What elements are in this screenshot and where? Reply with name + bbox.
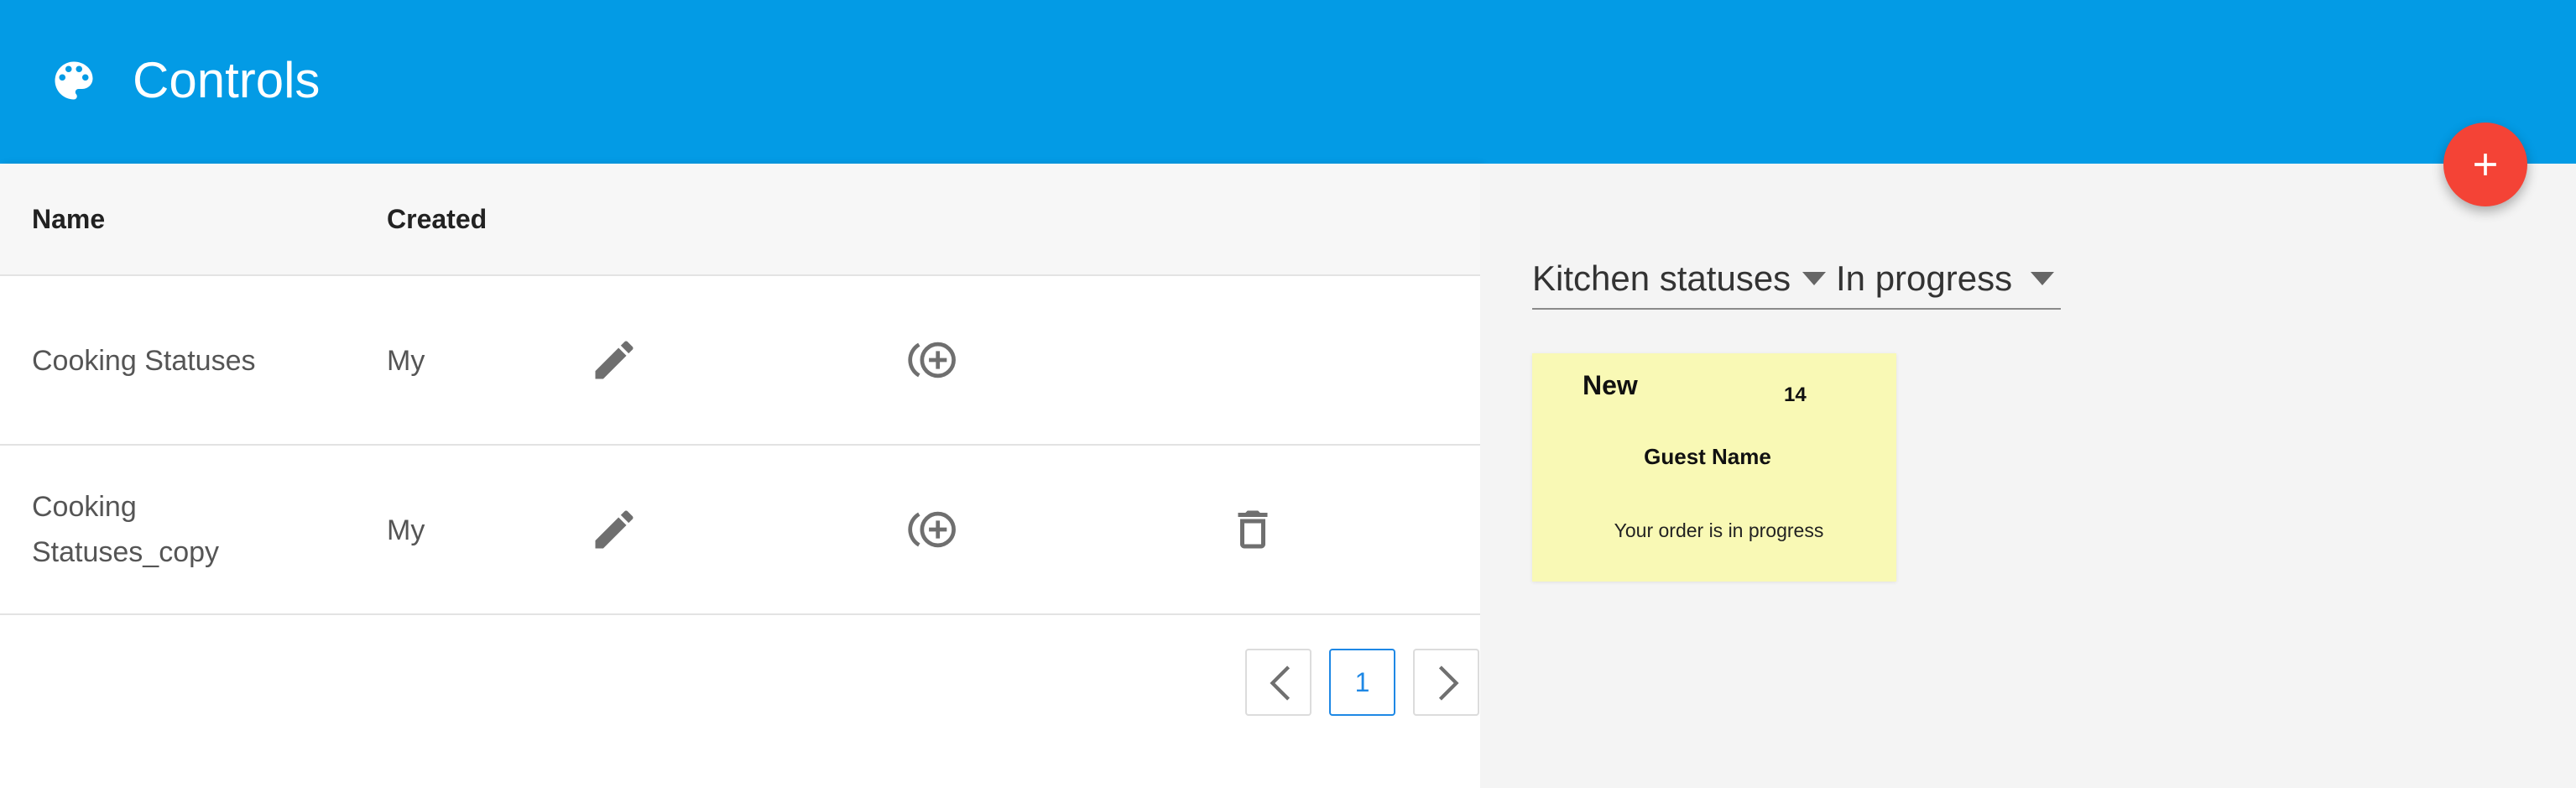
table-row[interactable]: Cooking Statuses_copy My <box>0 446 1480 615</box>
status-preview-card: New 14 Guest Name Your order is in progr… <box>1532 353 1896 582</box>
edit-icon[interactable] <box>589 335 639 385</box>
app-bar: Controls <box>0 0 2576 164</box>
preview-selects: Kitchen statuses In progress <box>1532 251 2061 310</box>
row-name: Cooking Statuses_copy <box>32 491 220 568</box>
add-circle-icon[interactable] <box>906 335 962 385</box>
table-header: Name Created <box>0 164 1480 276</box>
chevron-down-icon <box>1802 251 1829 306</box>
status-select[interactable]: In progress <box>1836 251 2061 306</box>
card-message: Your order is in progress <box>1614 519 1824 541</box>
card-status: New <box>1583 370 1638 400</box>
chevron-right-icon <box>1438 665 1459 701</box>
card-order-number: 14 <box>1784 384 1807 406</box>
row-name: Cooking Statuses <box>32 345 256 377</box>
pagination-next-button[interactable] <box>1413 649 1479 716</box>
group-select[interactable]: Kitchen statuses <box>1532 251 1834 306</box>
palette-icon <box>49 55 99 106</box>
add-button[interactable] <box>2443 123 2527 206</box>
add-circle-icon[interactable] <box>906 504 962 555</box>
plus-icon <box>2474 154 2496 175</box>
pagination-page-button[interactable]: 1 <box>1329 649 1395 716</box>
group-select-value: Kitchen statuses <box>1532 258 1791 298</box>
status-select-value: In progress <box>1836 258 2013 298</box>
pagination-prev-button[interactable] <box>1245 649 1311 716</box>
column-header-name[interactable]: Name <box>32 204 105 235</box>
controls-table-panel: Name Created Cooking Statuses My Cooking… <box>0 164 1480 788</box>
chevron-left-icon <box>1270 665 1291 701</box>
card-guest-name: Guest Name <box>1644 444 1771 469</box>
trash-icon[interactable] <box>1228 504 1278 555</box>
page-title: Controls <box>133 52 321 108</box>
chevron-down-icon <box>2031 251 2057 306</box>
edit-icon[interactable] <box>589 504 639 555</box>
row-created: My <box>387 345 425 377</box>
row-created: My <box>387 514 425 546</box>
table-row[interactable]: Cooking Statuses My <box>0 276 1480 446</box>
column-header-created[interactable]: Created <box>387 204 487 235</box>
preview-panel: Kitchen statuses In progress New 14 Gues… <box>1480 164 2576 788</box>
